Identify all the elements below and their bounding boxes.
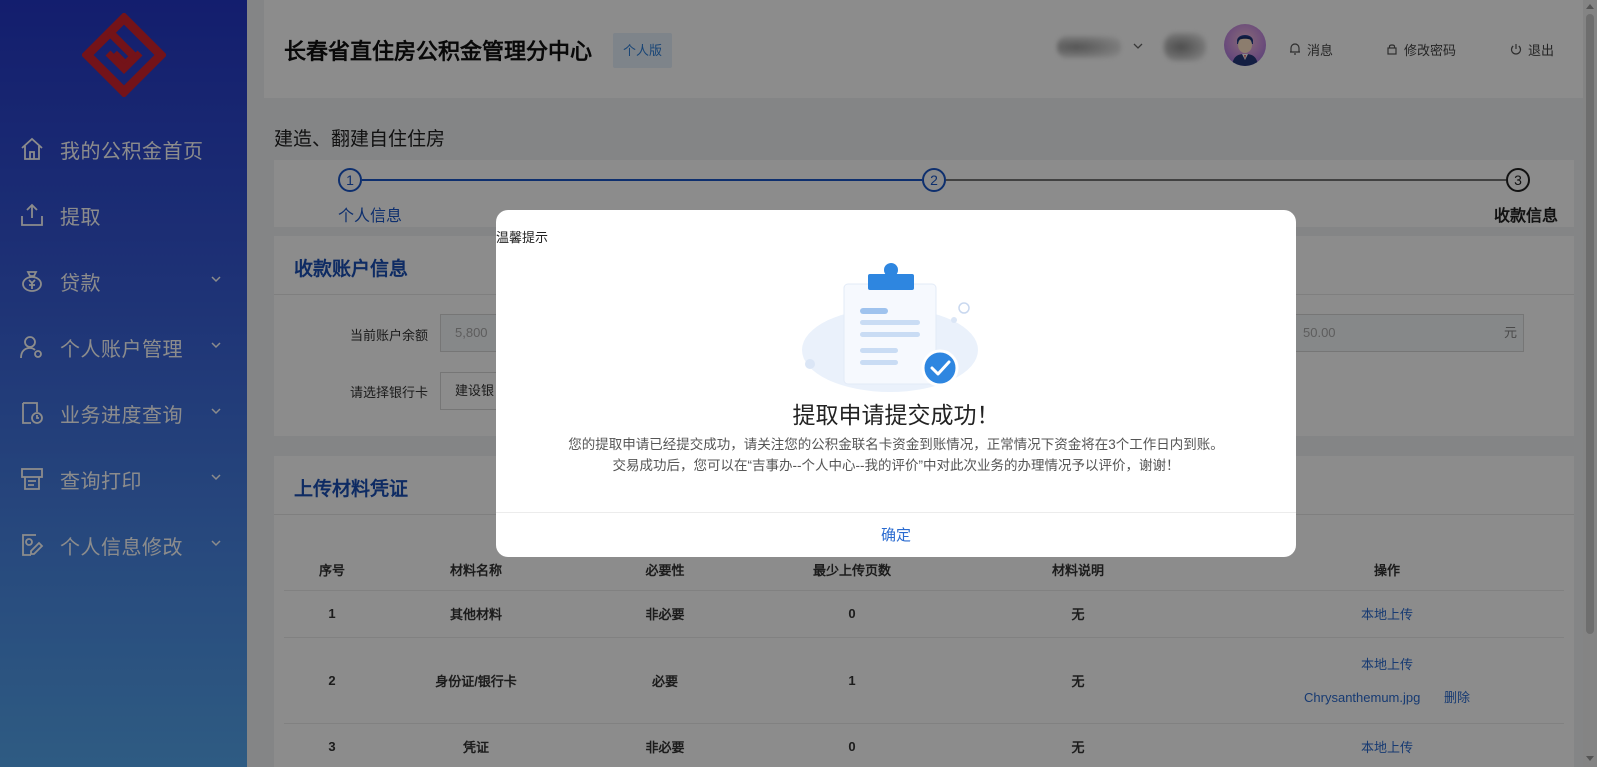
dialog-message-line2: 交易成功后，您可以在“吉事办--个人中心--我的评价”中对此次业务的办理情况予以…: [612, 458, 1180, 473]
clipboard-success-icon: [802, 263, 978, 392]
dialog-footer: 确定: [496, 512, 1296, 557]
dialog-title: 温馨提示: [496, 230, 549, 245]
success-dialog: 温馨提示 提取申请提交成功！ 您的提取申请已经提交成功，请关注您的公积金联名卡资…: [496, 210, 1296, 557]
dialog-heading: 提取申请提交成功！: [792, 402, 1000, 428]
dialog-message-line1: 您的提取申请已经提交成功，请关注您的公积金联名卡资金到账情况，正常情况下资金将在…: [568, 437, 1224, 452]
confirm-button[interactable]: 确定: [496, 513, 1296, 557]
